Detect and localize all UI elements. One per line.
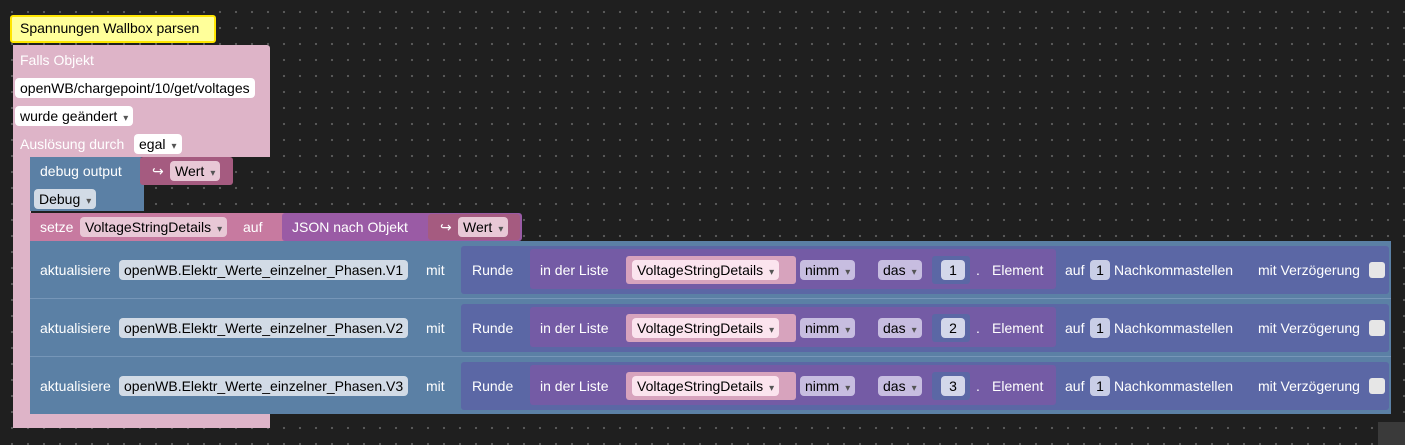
list-var-dropdown[interactable]: VoltageStringDetails	[632, 260, 780, 280]
update-label: aktualisiere	[40, 262, 111, 278]
dot-label: .	[976, 262, 980, 278]
take-dropdown[interactable]: nimm	[800, 260, 856, 280]
index-field[interactable]: 1	[941, 260, 965, 280]
list-var-value: VoltageStringDetails	[637, 378, 764, 394]
round-label: Runde	[472, 378, 514, 394]
update-with-label: mit	[426, 262, 445, 278]
element-label: Element	[992, 378, 1044, 394]
condition-dropdown[interactable]: wurde geändert	[15, 106, 134, 126]
position-dropdown[interactable]: das	[878, 260, 922, 280]
comment-bubble[interactable]: Spannungen Wallbox parsen	[10, 15, 216, 43]
take-value: nimm	[805, 262, 840, 278]
list-var-value: VoltageStringDetails	[637, 320, 764, 336]
json-arrow-icon: ↪	[440, 219, 452, 235]
element-label: Element	[992, 262, 1044, 278]
position-dropdown[interactable]: das	[878, 376, 922, 396]
debug-arrow-icon: ↪	[152, 163, 164, 179]
position-dropdown[interactable]: das	[878, 318, 922, 338]
debug-value-dropdown[interactable]: Wert	[170, 161, 221, 181]
element-label: Element	[992, 320, 1044, 336]
trigger-block-spine	[13, 150, 31, 428]
decimals-field[interactable]: 1	[1090, 318, 1110, 338]
debug-label: debug output	[40, 163, 122, 179]
dot-label: .	[976, 320, 980, 336]
on-label: auf	[1065, 378, 1085, 394]
trigger-block-bottom	[13, 414, 270, 428]
update-object-field[interactable]: openWB.Elektr_Werte_einzelner_Phasen.V3	[119, 376, 409, 396]
row-separator	[30, 356, 1391, 357]
on-label: auf	[1065, 320, 1085, 336]
index-field[interactable]: 3	[941, 376, 965, 396]
list-var-dropdown[interactable]: VoltageStringDetails	[632, 318, 780, 338]
position-value: das	[883, 378, 906, 394]
comment-text: Spannungen Wallbox parsen	[20, 20, 200, 36]
position-value: das	[883, 262, 906, 278]
debug-level-dropdown[interactable]: Debug	[34, 189, 97, 209]
condition-value: wurde geändert	[20, 108, 118, 124]
round-label: Runde	[472, 262, 514, 278]
in-list-label: in der Liste	[540, 378, 609, 394]
update-label: aktualisiere	[40, 320, 111, 336]
debug-level-value: Debug	[39, 191, 81, 207]
take-dropdown[interactable]: nimm	[800, 376, 856, 396]
delay-checkbox[interactable]	[1369, 320, 1385, 336]
index-field[interactable]: 2	[941, 318, 965, 338]
object-id-field[interactable]: openWB/chargepoint/10/get/voltages	[15, 78, 255, 98]
position-value: das	[883, 320, 906, 336]
update-label: aktualisiere	[40, 378, 111, 394]
in-list-label: in der Liste	[540, 262, 609, 278]
set-to-label: auf	[243, 219, 263, 235]
list-var-dropdown[interactable]: VoltageStringDetails	[632, 376, 780, 396]
json-value: Wert	[463, 219, 493, 235]
trigger-dropdown[interactable]: egal	[134, 134, 182, 154]
dot-label: .	[976, 378, 980, 394]
trigger-title: Falls Objekt	[20, 52, 94, 68]
take-value: nimm	[805, 320, 840, 336]
debug-value: Wert	[175, 163, 205, 179]
update-with-label: mit	[426, 378, 445, 394]
decimals-label: Nachkommastellen	[1114, 378, 1234, 394]
delay-label: mit Verzögerung	[1258, 378, 1360, 394]
set-variable-value: VoltageStringDetails	[85, 219, 212, 235]
set-variable-dropdown[interactable]: VoltageStringDetails	[80, 217, 228, 237]
take-value: nimm	[805, 378, 840, 394]
json-label: JSON nach Objekt	[292, 219, 408, 235]
trigger-value: egal	[139, 136, 166, 152]
trigger-label: Auslösung durch	[20, 136, 125, 152]
on-label: auf	[1065, 262, 1085, 278]
decimals-label: Nachkommastellen	[1114, 262, 1234, 278]
json-value-dropdown[interactable]: Wert	[458, 217, 509, 237]
row-separator	[30, 298, 1391, 299]
take-dropdown[interactable]: nimm	[800, 318, 856, 338]
delay-label: mit Verzögerung	[1258, 262, 1360, 278]
update-object-field[interactable]: openWB.Elektr_Werte_einzelner_Phasen.V1	[119, 260, 409, 280]
decimals-label: Nachkommastellen	[1114, 320, 1234, 336]
set-label: setze	[40, 219, 74, 235]
update-with-label: mit	[426, 320, 445, 336]
delay-checkbox[interactable]	[1369, 378, 1385, 394]
scroll-corner[interactable]	[1378, 422, 1405, 445]
update-object-field[interactable]: openWB.Elektr_Werte_einzelner_Phasen.V2	[119, 318, 409, 338]
decimals-field[interactable]: 1	[1090, 260, 1110, 280]
delay-label: mit Verzögerung	[1258, 320, 1360, 336]
delay-checkbox[interactable]	[1369, 262, 1385, 278]
list-var-value: VoltageStringDetails	[637, 262, 764, 278]
in-list-label: in der Liste	[540, 320, 609, 336]
round-label: Runde	[472, 320, 514, 336]
decimals-field[interactable]: 1	[1090, 376, 1110, 396]
